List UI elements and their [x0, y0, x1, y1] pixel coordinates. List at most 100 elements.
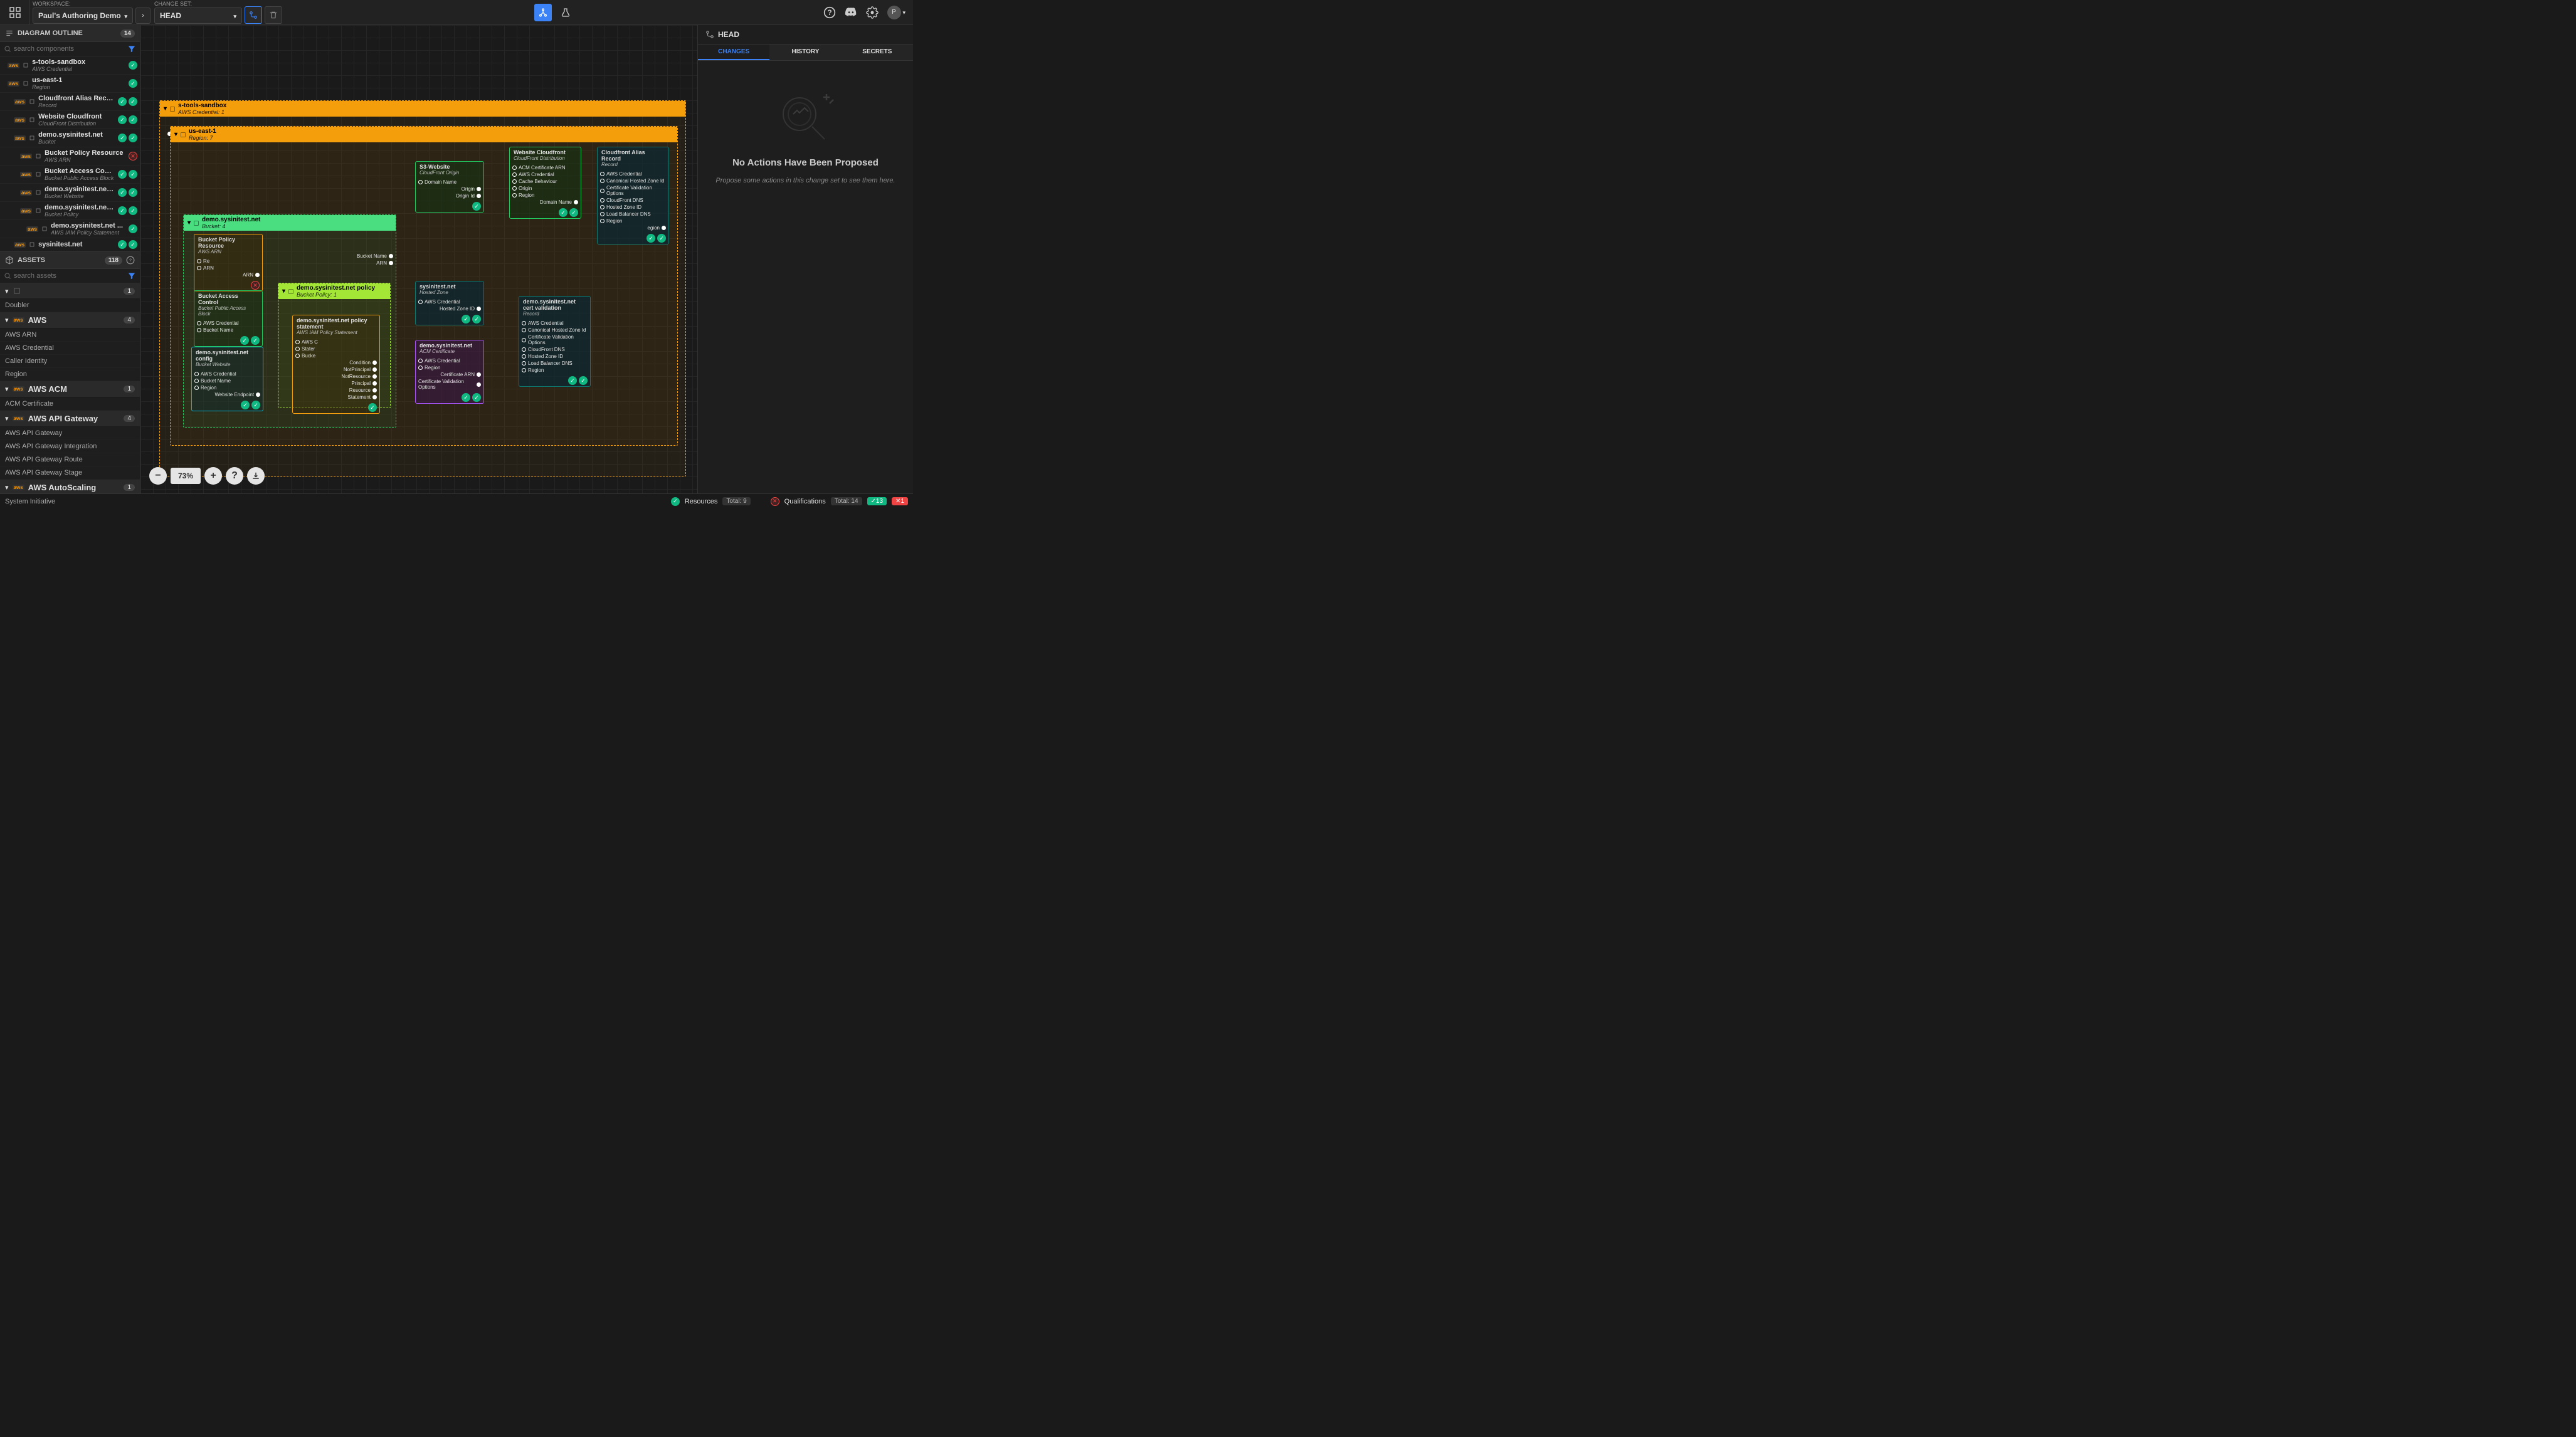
port-dot[interactable] — [197, 266, 201, 270]
frame-sandbox[interactable]: ▾ s-tools-sandbox AWS Credential: 1 AWS … — [159, 100, 686, 476]
node-hosted-zone[interactable]: sysinitest.netHosted Zone AWS Credential… — [415, 281, 484, 325]
changeset-dropdown[interactable]: HEAD — [154, 8, 242, 24]
asset-category[interactable]: ▾ aws AWS AutoScaling 1 — [0, 480, 140, 493]
asset-item[interactable]: AWS API Gateway Integration — [0, 440, 140, 453]
port-dot[interactable] — [372, 395, 377, 399]
asset-search-input[interactable] — [14, 272, 125, 280]
tab-changes[interactable]: CHANGES — [698, 45, 769, 60]
gear-icon[interactable] — [866, 6, 879, 19]
filter-icon[interactable] — [127, 271, 136, 280]
outline-item[interactable]: aws demo.sysinitest.net c... Bucket Webs… — [0, 184, 140, 202]
tab-secrets[interactable]: SECRETS — [842, 45, 913, 60]
outline-item[interactable]: aws Bucket Policy Resource AWS ARN ✕ — [0, 147, 140, 166]
outline-item[interactable]: aws demo.sysinitest.net ... AWS IAM Poli… — [0, 220, 140, 238]
port-dot[interactable] — [256, 392, 260, 397]
zoom-in-button[interactable]: + — [204, 467, 222, 485]
outline-item[interactable]: aws sysinitest.net ✓✓ — [0, 238, 140, 251]
port-dot[interactable] — [389, 254, 393, 258]
node-bucket-access[interactable]: Bucket Access ControlBucket Public Acces… — [194, 290, 263, 347]
port-dot[interactable] — [662, 226, 666, 230]
asset-item[interactable]: AWS ARN — [0, 329, 140, 342]
asset-item[interactable]: AWS API Gateway Stage — [0, 466, 140, 480]
port-dot[interactable] — [522, 328, 526, 332]
port-dot[interactable] — [512, 186, 517, 191]
diagram-view-button[interactable] — [534, 4, 552, 21]
node-s3-website[interactable]: S3-WebsiteCloudFront Origin Domain NameO… — [415, 161, 484, 213]
port-dot[interactable] — [372, 367, 377, 372]
port-dot[interactable] — [512, 193, 517, 197]
port-dot[interactable] — [197, 259, 201, 263]
port-dot[interactable] — [418, 300, 423, 304]
frame-region[interactable]: ▾ us-east-1 Region: 7 ▾ de — [170, 126, 678, 446]
asset-item[interactable]: AWS API Gateway — [0, 427, 140, 440]
port-dot[interactable] — [197, 321, 201, 325]
port-dot[interactable] — [295, 347, 300, 351]
port-dot[interactable] — [522, 338, 526, 342]
port-dot[interactable] — [574, 200, 578, 204]
port-dot[interactable] — [194, 372, 199, 376]
tab-history[interactable]: HISTORY — [769, 45, 841, 60]
user-menu[interactable]: P — [887, 6, 905, 19]
port-dot[interactable] — [522, 321, 526, 325]
asset-category[interactable]: ▾ 1 — [0, 283, 140, 299]
discord-icon[interactable] — [845, 6, 857, 19]
outline-item[interactable]: aws Website Cloudfront CloudFront Distri… — [0, 111, 140, 129]
outline-item[interactable]: aws s-tools-sandbox AWS Credential ✓ — [0, 56, 140, 75]
node-cert-validation[interactable]: demo.sysinitest.net cert validationRecor… — [519, 296, 591, 387]
port-dot[interactable] — [372, 381, 377, 386]
asset-item[interactable]: AWS Credential — [0, 342, 140, 355]
port-dot[interactable] — [600, 205, 604, 209]
asset-item[interactable]: ACM Certificate — [0, 397, 140, 411]
outline-item[interactable]: aws us-east-1 Region ✓ — [0, 75, 140, 93]
filter-icon[interactable] — [127, 45, 136, 53]
port-dot[interactable] — [194, 379, 199, 383]
port-dot[interactable] — [372, 361, 377, 365]
port-dot[interactable] — [418, 359, 423, 363]
asset-item[interactable]: Doubler — [0, 299, 140, 312]
trash-button[interactable] — [265, 6, 282, 24]
port-dot[interactable] — [512, 166, 517, 170]
branch-button[interactable] — [245, 6, 262, 24]
port-dot[interactable] — [194, 386, 199, 390]
node-policy-stmt[interactable]: demo.sysinitest.net policy statementAWS … — [292, 315, 380, 414]
port-dot[interactable] — [389, 261, 393, 265]
asset-category[interactable]: ▾ aws AWS 4 — [0, 312, 140, 329]
port-dot[interactable] — [295, 340, 300, 344]
port-dot[interactable] — [295, 354, 300, 358]
port-dot[interactable] — [477, 372, 481, 377]
help-icon[interactable]: ? — [126, 256, 135, 265]
next-arrow-button[interactable]: › — [135, 8, 150, 24]
frame-bucket[interactable]: ▾ demo.sysinitest.net Bucket: 4 Bucket N… — [183, 214, 396, 428]
node-config[interactable]: demo.sysinitest.net configBucket Website… — [191, 347, 263, 411]
port-dot[interactable] — [418, 180, 423, 184]
asset-category[interactable]: ▾ aws AWS API Gateway 4 — [0, 411, 140, 427]
asset-item[interactable]: AWS API Gateway Route — [0, 453, 140, 466]
download-button[interactable] — [247, 467, 265, 485]
frame-policy[interactable]: ▾ demo.sysinitest.net policyBucket Polic… — [278, 283, 391, 408]
port-dot[interactable] — [600, 219, 604, 223]
zoom-out-button[interactable]: − — [149, 467, 167, 485]
asset-item[interactable]: Region — [0, 368, 140, 381]
asset-category[interactable]: ▾ aws AWS ACM 1 — [0, 381, 140, 397]
node-acm[interactable]: demo.sysinitest.netACM Certificate AWS C… — [415, 340, 484, 404]
port-dot[interactable] — [477, 307, 481, 311]
port-dot[interactable] — [522, 368, 526, 372]
node-website-cloudfront[interactable]: Website CloudfrontCloudFront Distributio… — [509, 147, 581, 219]
port-dot[interactable] — [372, 388, 377, 392]
asset-item[interactable]: Caller Identity — [0, 355, 140, 368]
outline-item[interactable]: aws demo.sysinitest.net p... Bucket Poli… — [0, 202, 140, 220]
app-logo[interactable] — [0, 0, 30, 25]
port-dot[interactable] — [522, 361, 526, 366]
port-dot[interactable] — [477, 187, 481, 191]
diagram-canvas[interactable]: ▾ s-tools-sandbox AWS Credential: 1 AWS … — [140, 25, 697, 493]
port-dot[interactable] — [372, 374, 377, 379]
port-dot[interactable] — [600, 212, 604, 216]
node-alias-record[interactable]: Cloudfront Alias RecordRecord AWS Creden… — [597, 147, 669, 245]
port-dot[interactable] — [255, 273, 260, 277]
node-bucket-policy-resource[interactable]: Bucket Policy ResourceAWS ARN ReARNARN ✕ — [194, 234, 263, 292]
workspace-dropdown[interactable]: Paul's Authoring Demo — [33, 8, 133, 24]
port-dot[interactable] — [477, 194, 481, 198]
port-dot[interactable] — [512, 172, 517, 177]
component-search-input[interactable] — [14, 45, 125, 53]
outline-item[interactable]: aws Cloudfront Alias Record Record ✓✓ — [0, 93, 140, 111]
